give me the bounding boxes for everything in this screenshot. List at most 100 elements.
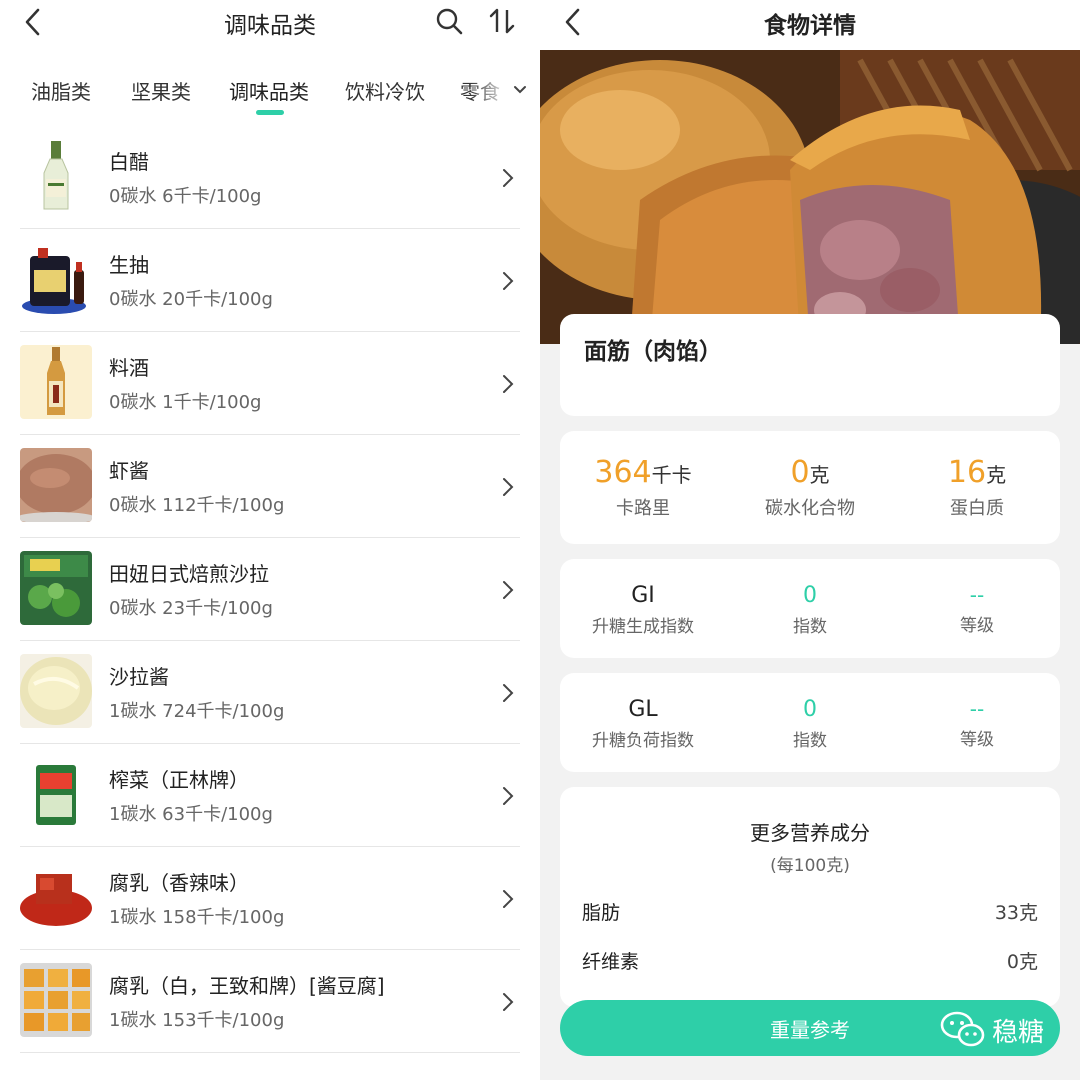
food-name-card: 面筋（肉馅） [560, 314, 1060, 416]
tab-fade [470, 70, 510, 110]
gi-card: GI 升糖生成指数 0 指数 -- 等级 [560, 559, 1060, 658]
chevron-right-icon [503, 581, 514, 599]
sort-icon[interactable] [488, 6, 518, 36]
chevron-right-icon [503, 478, 514, 496]
nutrition-card: 更多营养成分 (每100克) 脂肪 33克 纤维素 0克 [560, 787, 1060, 1007]
list-item[interactable]: 料酒 0碳水 1千卡/100g [0, 332, 540, 435]
chevron-down-icon[interactable] [512, 84, 528, 96]
food-name: 沙拉酱 [109, 665, 169, 689]
soy-sauce-jug-image [20, 242, 92, 316]
food-name: 白醋 [109, 150, 149, 174]
nutrient-value: 0克 [1006, 951, 1038, 973]
food-summary: 1碳水 724千卡/100g [109, 701, 285, 722]
gi-index-value: 0 [803, 583, 817, 608]
tab-drinks[interactable]: 饮料冷饮 [345, 76, 425, 105]
gi-name-col: GI 升糖生成指数 [560, 583, 726, 637]
calorie-label: 卡路里 [616, 498, 670, 519]
watermark-text: 稳糖 [992, 1018, 1045, 1048]
search-icon[interactable] [434, 6, 464, 36]
gi-level-col: -- 等级 [894, 583, 1060, 636]
protein-label: 蛋白质 [950, 498, 1004, 519]
list-item[interactable]: 白醋 0碳水 6千卡/100g [0, 126, 540, 229]
chevron-right-icon [503, 787, 514, 805]
tab-condiments[interactable]: 调味品类 [229, 76, 309, 105]
gi-index-col: 0 指数 [727, 583, 893, 637]
category-list-screen: 调味品类 油脂类 坚果类 调味品类 饮料冷饮 零食 [0, 0, 540, 1080]
list-item[interactable]: 生抽 0碳水 20千卡/100g [0, 229, 540, 332]
food-summary: 0碳水 20千卡/100g [109, 289, 273, 310]
gl-card: GL 升糖负荷指数 0 指数 -- 等级 [560, 673, 1060, 772]
food-detail-screen: 食物详情 面筋（肉馅） 364千卡 卡路里 0克 碳水化合物 16克 蛋白质 G… [540, 0, 1080, 1080]
mayonnaise-image [20, 654, 92, 728]
gi-name-label: 升糖生成指数 [592, 617, 694, 637]
category-tabs: 油脂类 坚果类 调味品类 饮料冷饮 零食 [0, 70, 540, 120]
wechat-icon [940, 1011, 985, 1047]
nutrition-row-fat: 脂肪 33克 [582, 898, 1038, 925]
nutrition-row-fiber: 纤维素 0克 [582, 947, 1038, 974]
gl-name-label: 升糖负荷指数 [592, 731, 694, 751]
chevron-right-icon [503, 169, 514, 187]
chevron-right-icon [503, 890, 514, 908]
gl-name-col: GL 升糖负荷指数 [560, 697, 726, 751]
nutrient-value: 33克 [994, 902, 1038, 924]
page-title: 食物详情 [764, 13, 856, 39]
carbs-label: 碳水化合物 [765, 498, 855, 519]
list-item[interactable]: 虾酱 0碳水 112千卡/100g [0, 435, 540, 538]
chevron-right-icon [503, 375, 514, 393]
list-item[interactable]: 腐乳（白，王致和牌）[酱豆腐] 1碳水 153千卡/100g [0, 950, 540, 1053]
food-summary: 0碳水 1千卡/100g [109, 392, 262, 413]
chevron-right-icon [503, 993, 514, 1011]
gl-level-col: -- 等级 [894, 697, 1060, 750]
gi-name: GI [631, 583, 655, 608]
food-name: 料酒 [109, 356, 149, 380]
protein-unit: 克 [986, 463, 1007, 487]
pickle-pack-image [20, 757, 92, 831]
shrimp-paste-image [20, 448, 92, 522]
vinegar-bottle-image [20, 139, 92, 213]
food-summary: 0碳水 6千卡/100g [109, 186, 262, 207]
chevron-right-icon [503, 272, 514, 290]
food-name: 田妞日式焙煎沙拉 [109, 562, 269, 586]
nutrient-name: 纤维素 [582, 951, 640, 973]
list-header: 调味品类 [0, 0, 540, 46]
gl-level-value: -- [969, 697, 985, 721]
white-tofu-image [20, 963, 92, 1037]
list-item[interactable]: 沙拉酱 1碳水 724千卡/100g [0, 641, 540, 744]
carbs-value: 0 [790, 455, 810, 490]
calorie-unit: 千卡 [651, 463, 692, 487]
gl-level-label: 等级 [960, 730, 994, 750]
food-name: 面筋（肉馅） [584, 339, 722, 365]
protein-value: 16 [947, 455, 987, 490]
gl-index-label: 指数 [793, 731, 827, 751]
cooking-wine-bottle-image [20, 345, 92, 419]
food-summary: 1碳水 158千卡/100g [109, 907, 285, 928]
food-name: 腐乳（白，王致和牌）[酱豆腐] [109, 974, 385, 998]
list-item[interactable]: 田妞日式焙煎沙拉 0碳水 23千卡/100g [0, 538, 540, 641]
nutrition-title: 更多营养成分 [750, 821, 870, 845]
macro-card: 364千卡 卡路里 0克 碳水化合物 16克 蛋白质 [560, 431, 1060, 544]
salad-bag-image [20, 551, 92, 625]
gl-index-col: 0 指数 [727, 697, 893, 751]
calorie-value: 364 [594, 455, 652, 490]
food-name: 生抽 [109, 253, 149, 277]
food-summary: 0碳水 112千卡/100g [109, 495, 285, 516]
detail-header: 食物详情 [540, 0, 1080, 50]
carbs-unit: 克 [809, 463, 830, 487]
tab-oils[interactable]: 油脂类 [31, 76, 91, 105]
gi-level-label: 等级 [960, 616, 994, 636]
food-name: 腐乳（香辣味） [109, 871, 249, 895]
gl-index-value: 0 [803, 697, 817, 722]
list-item[interactable]: 榨菜（正林牌） 1碳水 63千卡/100g [0, 744, 540, 847]
active-tab-indicator [256, 110, 284, 115]
tab-nuts[interactable]: 坚果类 [131, 76, 191, 105]
food-summary: 1碳水 63千卡/100g [109, 804, 273, 825]
carbs-stat: 0克 碳水化合物 [727, 455, 893, 520]
gi-index-label: 指数 [793, 617, 827, 637]
nutrition-subtitle: (每100克) [770, 856, 850, 876]
list-item[interactable]: 腐乳（香辣味） 1碳水 158千卡/100g [0, 847, 540, 950]
calorie-stat: 364千卡 卡路里 [560, 455, 726, 520]
protein-stat: 16克 蛋白质 [894, 455, 1060, 520]
food-photo [540, 50, 1080, 344]
chevron-right-icon [503, 684, 514, 702]
food-summary: 1碳水 153千卡/100g [109, 1010, 285, 1031]
